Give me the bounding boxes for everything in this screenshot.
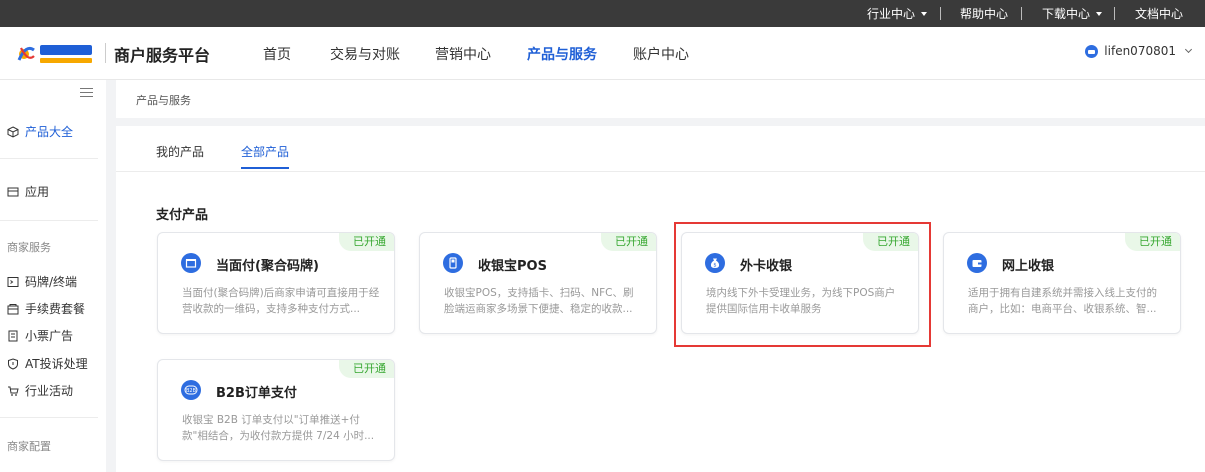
nav-marketing[interactable]: 营销中心: [435, 44, 491, 64]
divider: [940, 7, 941, 20]
docs-center-link[interactable]: 文档中心: [1135, 0, 1183, 27]
nav-account[interactable]: 账户中心: [633, 44, 689, 64]
card-description: 收银宝 B2B 订单支付以"订单推送+付款"相结合，为收付款方提供 7/24 小…: [182, 414, 375, 442]
card-title: 收银宝POS: [478, 259, 547, 274]
allinpay-logo[interactable]: [16, 40, 96, 68]
brand-title: 商户服务平台: [114, 46, 211, 65]
store-icon: [181, 253, 201, 273]
nav-transactions[interactable]: 交易与对账: [330, 44, 400, 64]
download-center-link[interactable]: 下载中心: [1042, 0, 1103, 27]
card-title: B2B订单支付: [216, 386, 297, 401]
status-badge: 已开通: [1125, 233, 1180, 251]
card-description: 适用于拥有自建系统并需接入线上支付的商户，比如：电商平台、收银系统、智...: [968, 287, 1157, 315]
receipt-icon: [8, 330, 18, 341]
username: lifen070801: [1104, 44, 1176, 58]
sidebar-item-products[interactable]: 产品大全: [7, 123, 73, 140]
section-title: 支付产品: [156, 208, 209, 223]
caret-down-icon: [921, 11, 928, 16]
status-badge: 已开通: [601, 233, 656, 251]
product-card-pos[interactable]: 已开通 收银宝POS 收银宝POS，支持插卡、扫码、NFC、刷脸端运商家多场景下…: [419, 232, 657, 334]
user-menu[interactable]: lifen070801: [1085, 44, 1193, 58]
tab-my-products[interactable]: 我的产品: [156, 143, 204, 160]
menu-toggle-icon[interactable]: [80, 88, 93, 98]
divider: [0, 158, 98, 159]
shield-icon: [8, 357, 18, 370]
svg-text:B2B: B2B: [186, 388, 197, 394]
terminal-icon: [7, 276, 19, 287]
nav-home[interactable]: 首页: [263, 44, 291, 64]
active-tab-indicator: [241, 167, 289, 169]
status-badge: 已开通: [339, 360, 394, 378]
product-card-b2b[interactable]: 已开通 B2B B2B订单支付 收银宝 B2B 订单支付以"订单推送+付款"相结…: [157, 359, 395, 461]
sidebar-item-industry-events[interactable]: 行业活动: [7, 382, 73, 399]
brand-divider: [105, 43, 106, 63]
product-card-face-to-face[interactable]: 已开通 当面付(聚合码牌) 当面付(聚合码牌)后商家申请可直接用于经营收款的一维…: [157, 232, 395, 334]
caret-down-icon: [1096, 11, 1103, 16]
sidebar-item-apps[interactable]: 应用: [7, 183, 49, 200]
product-card-online[interactable]: 已开通 网上收银 适用于拥有自建系统并需接入线上支付的商户，比如：电商平台、收银…: [943, 232, 1181, 334]
industry-center-link[interactable]: 行业中心: [867, 0, 928, 27]
app-icon: [7, 187, 19, 196]
sidebar-group-merchant-service: 商家服务: [7, 241, 51, 254]
breadcrumb: 产品与服务: [136, 94, 191, 107]
b2b-icon: B2B: [181, 380, 201, 400]
pos-icon: [443, 253, 463, 273]
card-title: 当面付(聚合码牌): [216, 259, 319, 274]
sidebar-item-fee-plan[interactable]: 手续费套餐: [7, 300, 85, 317]
user-avatar-icon: [1085, 44, 1099, 58]
wallet-icon: [967, 253, 987, 273]
status-badge: 已开通: [339, 233, 394, 251]
divider: [1114, 7, 1115, 20]
main-header: 商户服务平台 首页 交易与对账 营销中心 产品与服务 账户中心 lifen070…: [0, 27, 1205, 80]
cart-icon: [8, 386, 19, 396]
breadcrumb-bar: 产品与服务: [116, 80, 1205, 118]
sidebar-item-qr-terminal[interactable]: 码牌/终端: [7, 273, 77, 290]
nav-products[interactable]: 产品与服务: [527, 44, 597, 64]
divider: [1021, 7, 1022, 20]
card-description: 收银宝POS，支持插卡、扫码、NFC、刷脸端运商家多场景下便捷、稳定的收款...: [444, 287, 634, 315]
sidebar-item-receipt-ads[interactable]: 小票广告: [7, 327, 73, 344]
top-utility-bar: 行业中心 帮助中心 下载中心 文档中心: [0, 0, 1205, 27]
divider: [0, 417, 98, 418]
money-bag-icon: $: [705, 253, 725, 273]
sidebar-group-merchant-config: 商家配置: [7, 440, 51, 453]
card-description: 境内线下外卡受理业务，为线下POS商户提供国际信用卡收单服务: [706, 287, 896, 315]
card-title: 外卡收银: [740, 259, 793, 274]
card-description: 当面付(聚合码牌)后商家申请可直接用于经营收款的一维码，支持多种支付方式...: [182, 287, 380, 315]
sidebar: 产品大全 应用 商家服务 码牌/终端 手续费套餐 小票广告 AT投诉处理 行业活…: [0, 80, 106, 472]
chevron-down-icon: [1184, 45, 1193, 53]
divider: [0, 220, 98, 221]
product-tabs: 我的产品 全部产品: [116, 126, 1205, 172]
product-card-foreign-card[interactable]: 已开通 $ 外卡收银 境内线下外卡受理业务，为线下POS商户提供国际信用卡收单服…: [681, 232, 919, 334]
sidebar-item-complaints[interactable]: AT投诉处理: [7, 355, 88, 372]
help-center-link[interactable]: 帮助中心: [960, 0, 1008, 27]
status-badge: 已开通: [863, 233, 918, 251]
package-icon: [7, 303, 19, 314]
cube-icon: [7, 125, 19, 138]
tab-all-products[interactable]: 全部产品: [241, 143, 289, 160]
svg-text:$: $: [713, 263, 716, 269]
card-title: 网上收银: [1002, 259, 1055, 274]
